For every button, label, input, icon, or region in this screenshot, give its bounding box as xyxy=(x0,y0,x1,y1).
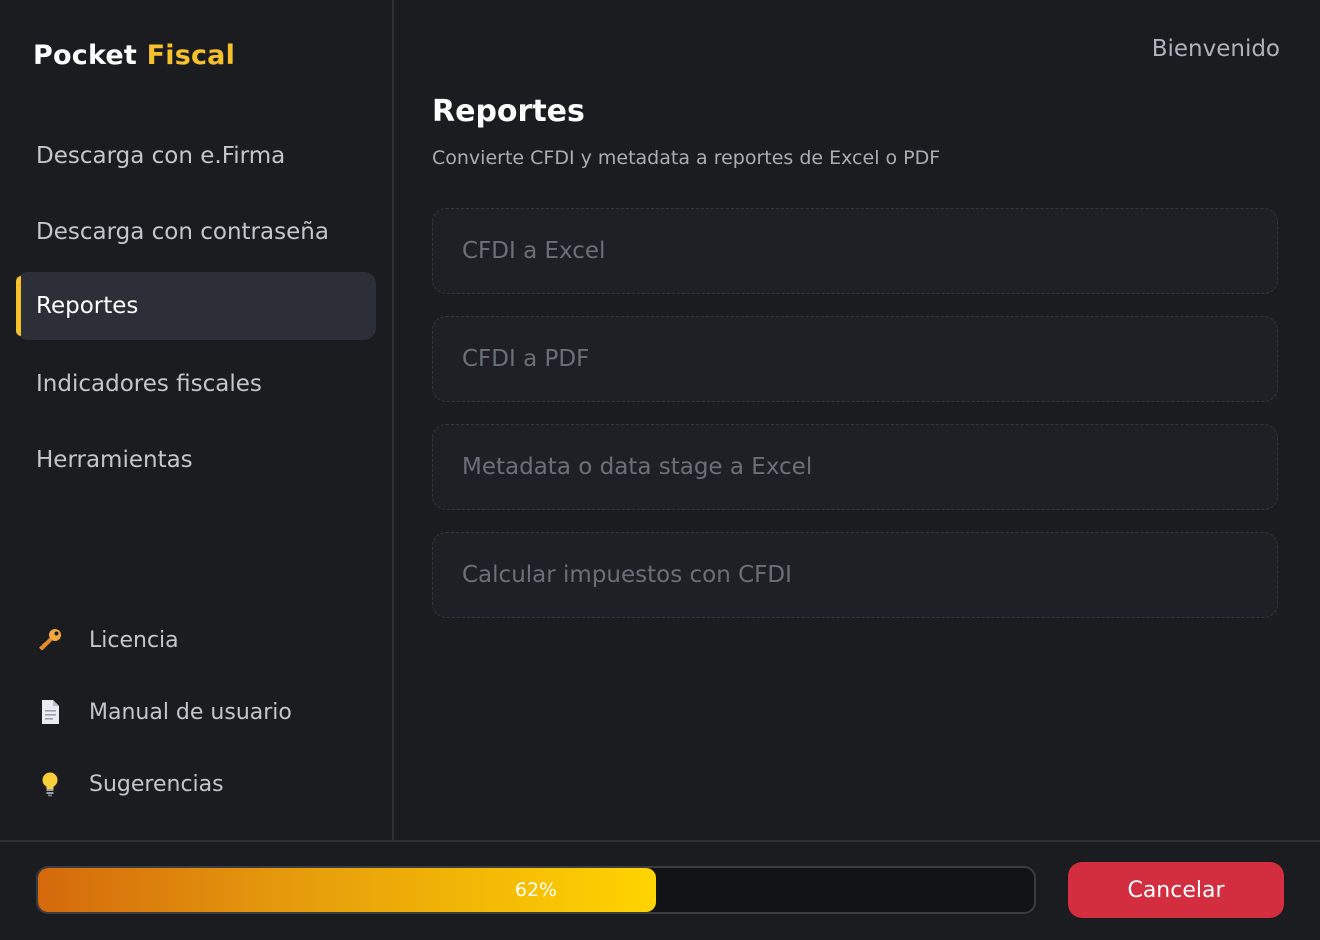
sidebar-item-label: Indicadores fiscales xyxy=(36,371,262,397)
option-cfdi-excel[interactable]: CFDI a Excel xyxy=(432,208,1278,294)
footer-link-label: Sugerencias xyxy=(89,771,224,797)
sidebar-item-label: Descarga con contraseña xyxy=(36,219,329,245)
footer-link-manual[interactable]: Manual de usuario xyxy=(36,698,292,726)
footer-link-label: Licencia xyxy=(89,627,179,653)
option-calcular-impuestos[interactable]: Calcular impuestos con CFDI xyxy=(432,532,1278,618)
welcome-text: Bienvenido xyxy=(1151,36,1280,62)
sidebar: Pocket Fiscal Descarga con e.Firma Desca… xyxy=(0,0,394,840)
brand-name-accent: Fiscal xyxy=(146,40,236,71)
page-subtitle: Convierte CFDI y metadata a reportes de … xyxy=(432,147,941,169)
sidebar-item-descarga-efirma[interactable]: Descarga con e.Firma xyxy=(16,122,376,190)
option-label: Calcular impuestos con CFDI xyxy=(462,562,792,588)
option-label: Metadata o data stage a Excel xyxy=(462,454,813,480)
brand-name-primary: Pocket xyxy=(33,40,137,71)
footer-link-sugerencias[interactable]: Sugerencias xyxy=(36,770,224,798)
progress-bar: 62% xyxy=(36,866,1036,914)
sidebar-item-herramientas[interactable]: Herramientas xyxy=(16,426,376,494)
option-label: CFDI a PDF xyxy=(462,346,590,372)
document-icon xyxy=(36,698,70,726)
cancel-button[interactable]: Cancelar xyxy=(1068,862,1284,918)
main-content: Bienvenido Reportes Convierte CFDI y met… xyxy=(394,0,1320,840)
footer-link-licencia[interactable]: Licencia xyxy=(36,626,179,654)
option-label: CFDI a Excel xyxy=(462,238,606,264)
app-window: Pocket Fiscal Descarga con e.Firma Desca… xyxy=(0,0,1320,940)
footer-link-label: Manual de usuario xyxy=(89,699,292,725)
key-icon xyxy=(36,626,70,654)
sidebar-item-label: Descarga con e.Firma xyxy=(36,143,286,169)
app-logo: Pocket Fiscal xyxy=(33,40,235,71)
option-metadata-excel[interactable]: Metadata o data stage a Excel xyxy=(432,424,1278,510)
sidebar-item-label: Herramientas xyxy=(36,447,193,473)
sidebar-item-label: Reportes xyxy=(36,293,139,319)
page-title: Reportes xyxy=(432,94,585,129)
sidebar-item-reportes[interactable]: Reportes xyxy=(16,272,376,340)
progress-label: 62% xyxy=(514,879,558,901)
lightbulb-icon xyxy=(36,770,70,798)
sidebar-item-descarga-contrasena[interactable]: Descarga con contraseña xyxy=(16,198,376,266)
bottom-bar: 62% Cancelar xyxy=(0,840,1320,940)
option-cfdi-pdf[interactable]: CFDI a PDF xyxy=(432,316,1278,402)
sidebar-item-indicadores-fiscales[interactable]: Indicadores fiscales xyxy=(16,350,376,418)
